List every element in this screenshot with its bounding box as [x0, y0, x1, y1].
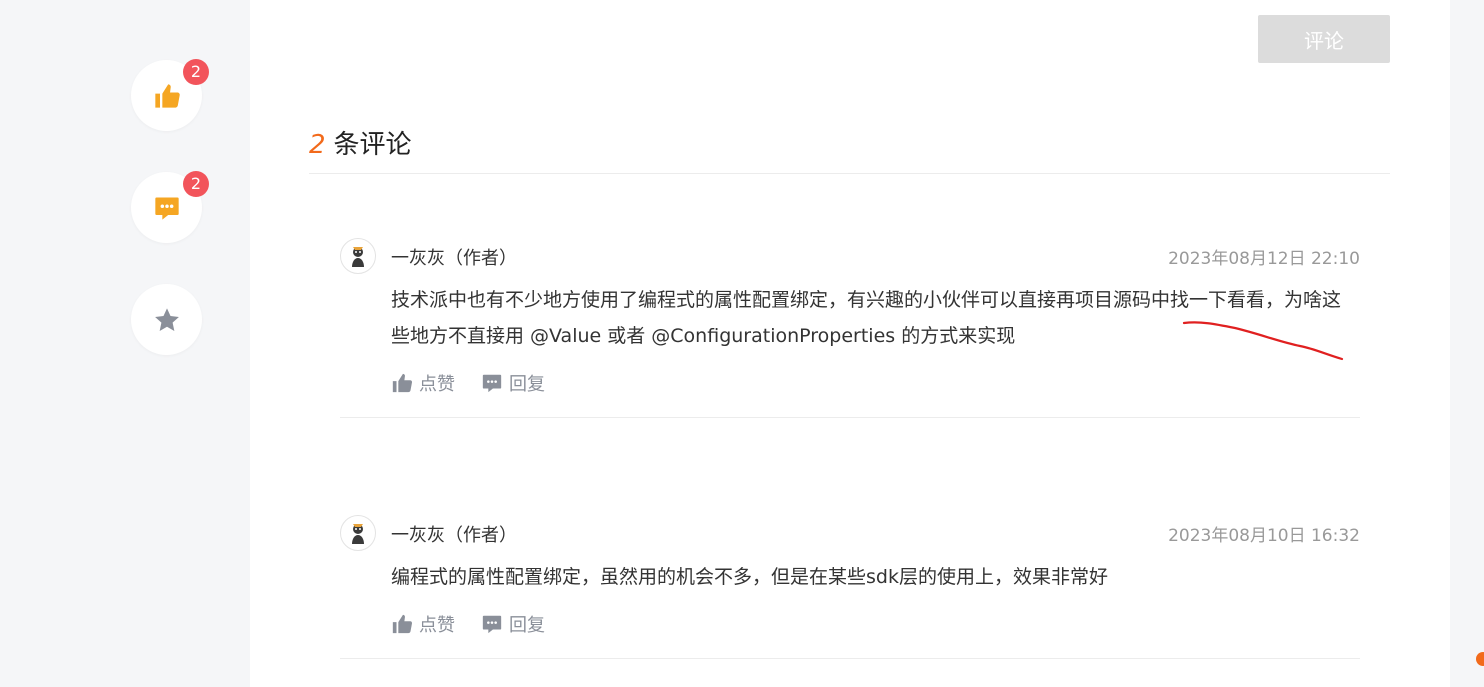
comment-actions: 点赞 回复 — [391, 611, 545, 637]
comment-button[interactable]: 2 — [131, 171, 209, 243]
reply-bubble-icon — [482, 615, 502, 634]
left-sidebar: 2 2 — [0, 0, 250, 687]
comment-content: 编程式的属性配置绑定，虽然用的机会不多，但是在某些sdk层的使用上，效果非常好 — [391, 566, 1108, 588]
comment-time: 2023年08月12日 22:10 — [1168, 249, 1360, 269]
favorite-button[interactable] — [131, 284, 202, 355]
right-gutter — [1450, 0, 1484, 687]
comment-time: 2023年08月10日 16:32 — [1168, 526, 1360, 546]
like-count-badge: 2 — [183, 59, 209, 85]
avatar[interactable] — [340, 238, 376, 274]
comments-count-label: 条评论 — [333, 130, 412, 160]
comment-bubble-icon — [153, 194, 181, 222]
thumbs-up-icon — [392, 373, 413, 393]
reply-label: 回复 — [509, 615, 545, 636]
like-comment-button[interactable]: 点赞 — [391, 370, 455, 396]
reply-label: 回复 — [509, 374, 545, 395]
star-icon — [153, 306, 181, 334]
divider — [309, 173, 1390, 174]
reply-bubble-icon — [482, 374, 502, 393]
annotation-underline — [1182, 321, 1344, 361]
thumbs-up-icon — [392, 614, 413, 634]
submit-comment-button[interactable]: 评论 — [1258, 15, 1390, 63]
comment-actions: 点赞 回复 — [391, 370, 545, 396]
like-label: 点赞 — [419, 374, 455, 395]
comments-count: 2 — [309, 130, 326, 160]
comment-author[interactable]: 一灰灰（作者） — [391, 521, 517, 547]
comment-item: 一灰灰（作者） 2023年08月10日 16:32 编程式的属性配置绑定，虽然用… — [340, 515, 1360, 659]
reply-button[interactable]: 回复 — [481, 611, 545, 637]
divider — [340, 658, 1360, 659]
comment-author[interactable]: 一灰灰（作者） — [391, 244, 517, 270]
avatar[interactable] — [340, 515, 376, 551]
like-comment-button[interactable]: 点赞 — [391, 611, 455, 637]
comments-count-title: 2 条评论 — [309, 124, 412, 161]
comment-count-badge: 2 — [183, 171, 209, 197]
divider — [340, 417, 1360, 418]
reply-button[interactable]: 回复 — [481, 370, 545, 396]
thumbs-up-icon — [153, 82, 181, 110]
like-label: 点赞 — [419, 615, 455, 636]
like-button[interactable]: 2 — [131, 59, 209, 131]
floating-indicator[interactable] — [1476, 652, 1484, 666]
